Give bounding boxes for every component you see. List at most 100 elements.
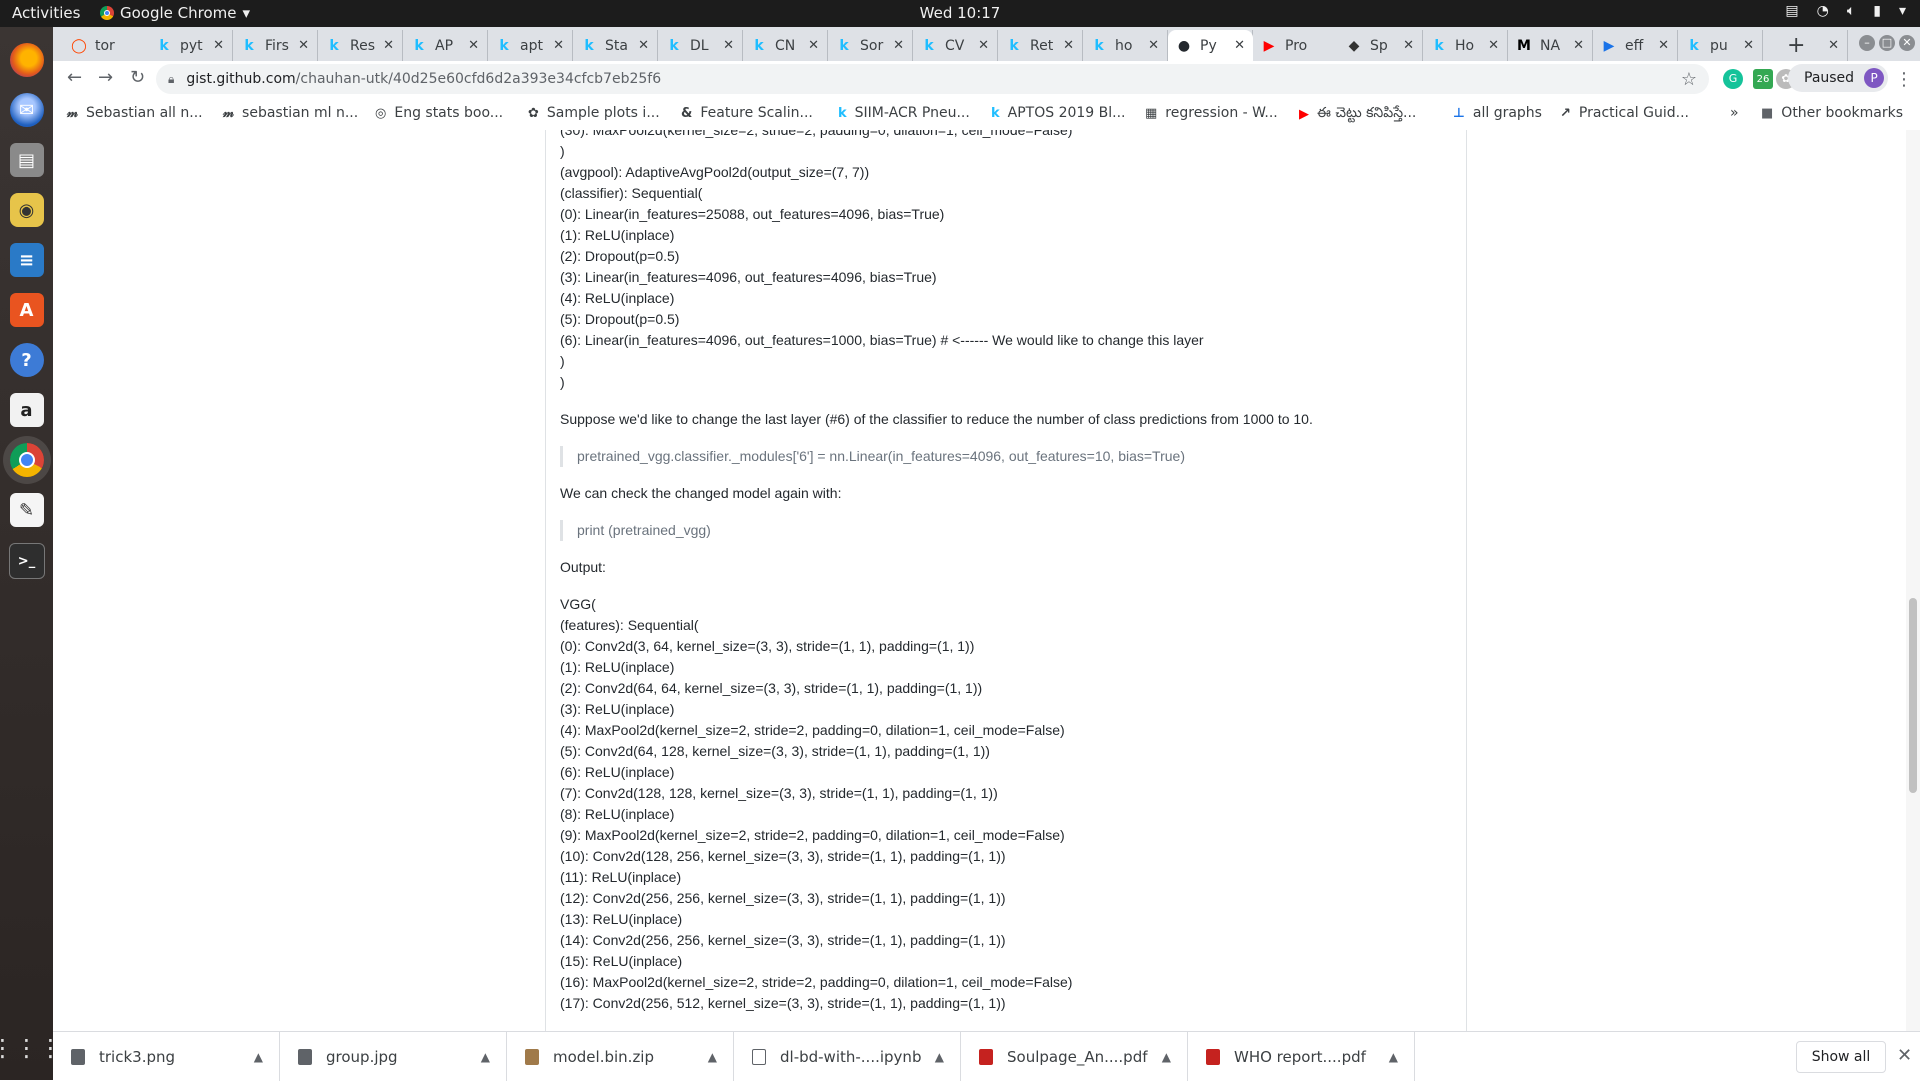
firefox-icon[interactable] xyxy=(9,43,44,77)
scrollbar-thumb[interactable] xyxy=(1909,598,1917,793)
code-line: (1): ReLU(inplace) xyxy=(560,659,675,675)
new-tab-button[interactable]: + xyxy=(1787,33,1805,58)
terminal-icon[interactable]: >_ xyxy=(8,543,45,579)
minimize-icon[interactable]: – xyxy=(1859,35,1875,51)
kebab-menu-icon[interactable]: ⋮ xyxy=(1895,69,1913,90)
profile-button[interactable]: Paused P xyxy=(1788,64,1888,92)
dock: ✉ ▤ ◉ ≡ A ? a ✎ >_ ⋮⋮⋮ xyxy=(0,27,63,1080)
other-bookmarks[interactable]: ■ Other bookmarks xyxy=(1761,105,1903,121)
kaggle-icon: k xyxy=(499,37,509,54)
close-window-icon[interactable]: ✕ xyxy=(1899,35,1915,51)
bookmark-item[interactable]: ◎ Eng stats boo... xyxy=(375,105,503,121)
chevron-up-icon[interactable]: ▲ xyxy=(481,1050,490,1064)
wifi-icon[interactable]: ◔ xyxy=(1817,3,1829,19)
bookmark-icon: ✿ xyxy=(528,105,539,121)
chevron-down-icon: ▾ xyxy=(242,4,251,22)
ubuntu-software-icon[interactable]: A xyxy=(9,293,44,327)
bookmark-item[interactable]: ↗ Practical Guid... xyxy=(1560,105,1689,121)
bookmarks-overflow-button[interactable]: » xyxy=(1730,105,1739,121)
app-menu[interactable]: Google Chrome ▾ xyxy=(100,4,250,22)
download-item[interactable]: model.bin.zip ▲ xyxy=(507,1032,734,1081)
scrollbar[interactable] xyxy=(1906,130,1920,1031)
battery-icon[interactable]: ▮ xyxy=(1873,3,1881,19)
address-bar[interactable]: 🔒︎ gist.github.com/chauhan-utk/40d25e60c… xyxy=(156,64,1709,94)
show-all-button[interactable]: Show all xyxy=(1796,1041,1886,1073)
chevron-up-icon[interactable]: ▲ xyxy=(708,1050,717,1064)
bookmark-item[interactable]: 𝓂 sebastian ml n... xyxy=(223,105,358,121)
back-icon[interactable]: ← xyxy=(67,67,82,88)
text-editor-icon[interactable]: ✎ xyxy=(9,493,44,527)
close-icon[interactable]: ✕ xyxy=(1234,38,1245,53)
thunderbird-icon[interactable]: ✉ xyxy=(9,93,44,127)
download-item[interactable]: WHO report....pdf ▲ xyxy=(1188,1032,1415,1081)
download-item[interactable]: Soulpage_An....pdf ▲ xyxy=(961,1032,1188,1081)
bookmark-item[interactable]: 𝓂 Sebastian all n... xyxy=(67,105,203,121)
calendar-extension-icon[interactable]: 26 xyxy=(1753,69,1773,89)
kaggle-icon: k xyxy=(1434,37,1444,54)
tab-active[interactable]: ● Py ✕ xyxy=(1168,30,1253,61)
volume-icon[interactable]: 🔈︎ xyxy=(1847,3,1855,19)
bookmark-star-icon[interactable]: ☆ xyxy=(1681,69,1697,90)
notes-icon[interactable]: ▤ xyxy=(1785,3,1798,19)
download-item[interactable]: dl-bd-with-....ipynb ▲ xyxy=(734,1032,961,1081)
bookmark-item[interactable]: k SIIM-ACR Pneu... xyxy=(838,105,970,121)
clock[interactable]: Wed 10:17 xyxy=(0,4,1920,22)
libreoffice-writer-icon[interactable]: ≡ xyxy=(9,243,44,277)
kaggle-icon: k xyxy=(754,37,764,54)
bookmarks-bar: 𝓂 Sebastian all n... 𝓂 sebastian ml n... ◎… xyxy=(53,97,1920,131)
code-line: (8): ReLU(inplace) xyxy=(560,806,675,822)
chevron-up-icon[interactable]: ▲ xyxy=(1162,1050,1171,1064)
help-icon[interactable]: ? xyxy=(9,343,44,377)
grammarly-icon[interactable]: G xyxy=(1723,69,1743,89)
bookmark-item[interactable]: & Feature Scalin... xyxy=(681,105,813,121)
bookmark-item[interactable]: k APTOS 2019 Bl... xyxy=(991,105,1126,121)
amazon-icon[interactable]: a xyxy=(9,393,44,427)
bookmark-item[interactable]: ⊥ all graphs xyxy=(1453,105,1542,121)
close-icon[interactable]: ✕ xyxy=(1897,1045,1912,1066)
chevron-up-icon[interactable]: ▲ xyxy=(935,1050,944,1064)
download-item[interactable]: group.jpg ▲ xyxy=(280,1032,507,1081)
youtube-icon: ▶ xyxy=(1299,107,1309,122)
code-line: (5): Conv2d(64, 128, kernel_size=(3, 3),… xyxy=(560,743,990,759)
lock-icon[interactable]: 🔒︎ xyxy=(168,72,174,87)
bookmark-item[interactable]: ✿ Sample plots i... xyxy=(528,105,660,121)
kaggle-icon: k xyxy=(1689,37,1699,54)
chevron-up-icon[interactable]: ▲ xyxy=(254,1050,263,1064)
chevron-down-icon[interactable]: ▾ xyxy=(1899,3,1906,19)
bookmark-item[interactable]: ▶ ఈ చెట్టు కనిపిస్తే... xyxy=(1299,105,1416,124)
tab[interactable]: k pu ✕ xyxy=(1678,30,1848,61)
bookmark-item[interactable]: ▦ regression - W... xyxy=(1145,105,1278,121)
kaggle-icon: k xyxy=(159,37,169,54)
kaggle-icon: k xyxy=(584,37,594,54)
files-icon[interactable]: ▤ xyxy=(9,143,44,177)
code-line: (7): Conv2d(128, 128, kernel_size=(3, 3)… xyxy=(560,785,998,801)
code-line: (9): MaxPool2d(kernel_size=2, stride=2, … xyxy=(560,827,1065,843)
activities-button[interactable]: Activities xyxy=(12,4,80,22)
kaggle-icon: k xyxy=(244,37,254,54)
url-host: gist.github.com xyxy=(186,71,296,87)
code-line: ) xyxy=(560,374,565,390)
gist-file: (30): MaxPool2d(kernel_size=2, stride=2,… xyxy=(545,130,1467,1031)
chevron-up-icon[interactable]: ▲ xyxy=(1389,1050,1398,1064)
tab-strip: ◯ tor ✕ k pyt ✕ k Firs ✕ k Res ✕ k AP ✕ k apt ✕ k Sta… xyxy=(53,27,1920,61)
download-item[interactable]: trick3.png ▲ xyxy=(53,1032,280,1081)
code-line: (6): Linear(in_features=4096, out_featur… xyxy=(560,332,1204,348)
page-viewport: (30): MaxPool2d(kernel_size=2, stride=2,… xyxy=(53,130,1920,1031)
bookmark-icon: ▦ xyxy=(1145,105,1158,121)
code-line: ) xyxy=(560,353,565,369)
close-icon[interactable]: ✕ xyxy=(1828,38,1839,53)
reload-icon[interactable]: ↻ xyxy=(130,67,145,88)
reddit-icon: ◯ xyxy=(71,37,87,54)
bookmark-icon: & xyxy=(681,105,693,121)
code-line: ) xyxy=(560,143,565,159)
chrome-icon[interactable] xyxy=(9,443,44,477)
bookmark-icon: ↗ xyxy=(1560,105,1571,121)
maximize-icon[interactable]: □ xyxy=(1879,35,1895,51)
github-icon: ● xyxy=(1177,37,1191,54)
forward-icon[interactable]: → xyxy=(98,67,113,88)
rhythmbox-icon[interactable]: ◉ xyxy=(9,193,44,227)
kaggle-icon: k xyxy=(1009,37,1019,54)
browser-toolbar: ← → ↻ 🔒︎ gist.github.com/chauhan-utk/40d… xyxy=(53,61,1920,97)
system-tray[interactable]: ▤ ◔ 🔈︎ ▮ ▾ xyxy=(1785,3,1906,19)
youtube-icon: ▶ xyxy=(1263,37,1275,54)
